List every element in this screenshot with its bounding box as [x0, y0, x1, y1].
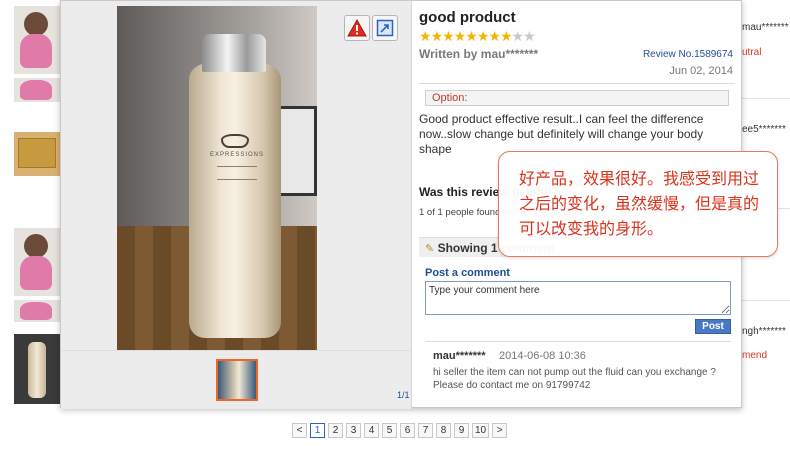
star-filled-icon: ★ [476, 28, 490, 44]
comment-author: mau******* [433, 350, 486, 362]
background-thumbnail [14, 78, 60, 102]
expand-icon [376, 19, 394, 37]
background-reviewer: mau******* [742, 22, 789, 33]
page-button-1[interactable]: 1 [310, 423, 325, 438]
star-filled-icon: ★ [419, 28, 432, 44]
background-thumbnail [14, 300, 60, 322]
background-thumbnail [14, 334, 60, 404]
background-review-tag: utral [742, 47, 762, 58]
star-filled-icon: ★ [453, 28, 467, 44]
page-button-5[interactable]: 5 [382, 423, 397, 438]
star-empty-icon: ★ [523, 28, 536, 44]
prev-page-button[interactable]: < [292, 423, 307, 438]
divider [419, 83, 735, 84]
page-button-2[interactable]: 2 [328, 423, 343, 438]
background-reviewer: ee5******* [742, 124, 786, 135]
star-filled-icon: ★ [465, 28, 478, 44]
background-thumbnail [14, 132, 60, 176]
report-button[interactable] [344, 15, 370, 41]
background-review-tag: mend [742, 350, 768, 361]
review-number-link[interactable]: Review No.1589674 [643, 49, 733, 60]
pagination: < 1 2 3 4 5 6 7 8 9 10 > [292, 423, 508, 438]
option-label: Option: [425, 90, 729, 106]
background-reviewer: ngh******* [742, 326, 786, 337]
star-filled-icon: ★ [499, 28, 513, 44]
page-button-3[interactable]: 3 [346, 423, 361, 438]
review-date: Jun 02, 2014 [669, 65, 733, 77]
background-thumbnail [14, 228, 60, 296]
background-thumbnail [14, 6, 60, 74]
warning-icon [347, 19, 367, 37]
comment-text: hi seller the item can not pump out the … [433, 367, 716, 391]
translation-callout: 好产品，效果很好。我感受到用过之后的变化，虽然缓慢，但是真的可以改变我的身形。 [498, 151, 778, 257]
post-button[interactable]: Post [695, 319, 731, 334]
review-title: good product [419, 9, 516, 26]
page-button-7[interactable]: 7 [418, 423, 433, 438]
star-filled-icon: ★ [442, 28, 455, 44]
image-viewer: EXPRESSIONS 1/1 [61, 1, 412, 409]
page-button-10[interactable]: 10 [472, 423, 490, 438]
star-rating: ★★★★★★★★★★ [419, 28, 536, 45]
page-button-9[interactable]: 9 [454, 423, 469, 438]
post-comment-label: Post a comment [425, 267, 510, 279]
pencil-icon: ✎ [425, 243, 435, 255]
background-thumbnails [0, 0, 60, 410]
product-photo[interactable]: EXPRESSIONS [117, 6, 317, 350]
translation-text: 好产品，效果很好。我感受到用过之后的变化，虽然缓慢，但是真的可以改变我的身形。 [519, 169, 760, 238]
expand-button[interactable] [372, 15, 398, 41]
comment-item: mau******* 2014-06-08 10:36 hi seller th… [425, 341, 731, 409]
comment-input[interactable]: Type your comment here [425, 281, 731, 315]
review-author: Written by mau******* [419, 47, 539, 61]
star-filled-icon: ★ [488, 28, 501, 44]
page-button-8[interactable]: 8 [436, 423, 451, 438]
photo-thumbnail[interactable] [216, 359, 258, 401]
thumbnail-strip [61, 350, 411, 409]
page-button-6[interactable]: 6 [400, 423, 415, 438]
comment-date: 2014-06-08 10:36 [499, 350, 586, 362]
star-empty-icon: ★ [511, 28, 525, 44]
page-button-4[interactable]: 4 [364, 423, 379, 438]
star-filled-icon: ★ [430, 28, 444, 44]
photo-brand-text: EXPRESSIONS [209, 152, 264, 158]
next-page-button[interactable]: > [492, 423, 508, 438]
image-counter: 1/1 [397, 390, 410, 400]
